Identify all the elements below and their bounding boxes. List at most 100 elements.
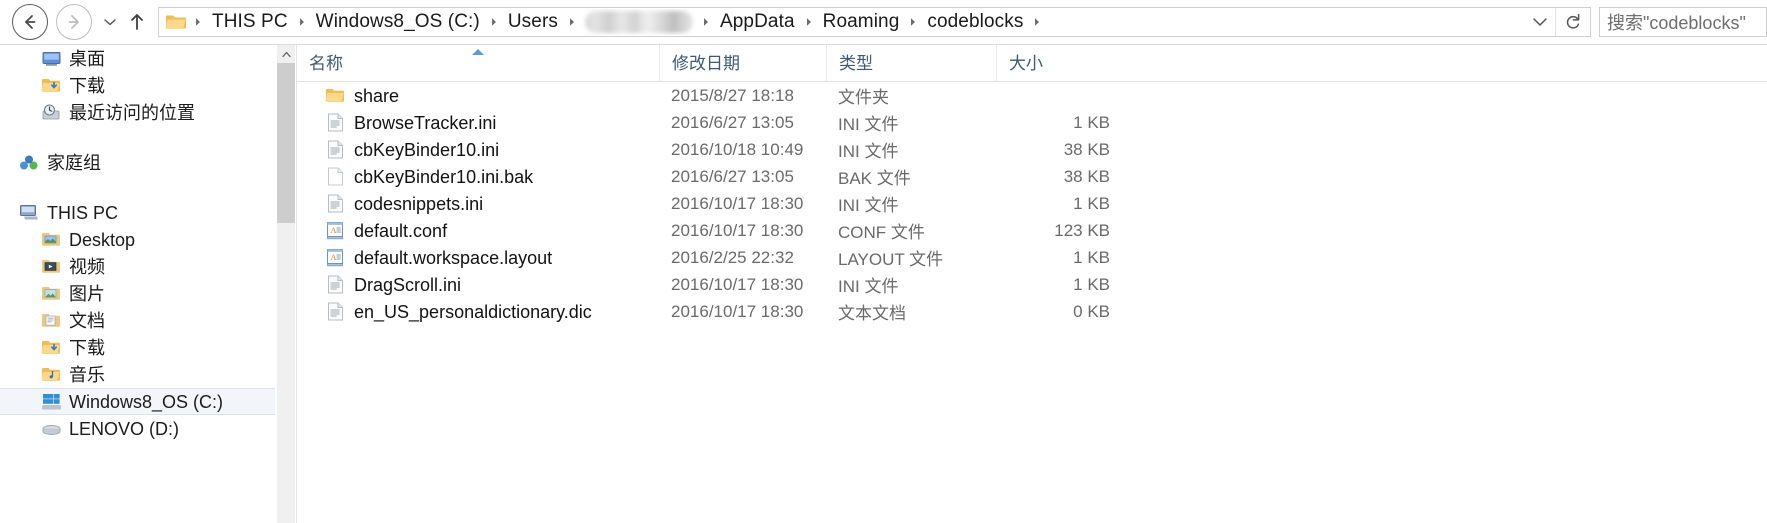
sidebar-item-windows8-os-c[interactable]: Windows8_OS (C:) — [0, 388, 275, 415]
chevron-right-icon — [806, 18, 811, 26]
file-date: 2016/10/18 10:49 — [671, 139, 804, 159]
sidebar-item-music[interactable]: 音乐 — [0, 361, 275, 388]
file-name-cell[interactable]: A default.conf — [297, 221, 659, 241]
forward-button[interactable] — [56, 4, 92, 40]
breadcrumb-separator[interactable] — [293, 17, 311, 27]
up-one-level-button[interactable] — [124, 4, 150, 40]
file-name: default.workspace.layout — [354, 247, 553, 268]
file-date: 2016/6/27 13:05 — [671, 112, 794, 132]
file-type: 文本文档 — [838, 304, 906, 323]
search-input[interactable]: 搜索"codeblocks" — [1600, 9, 1746, 35]
sidebar-item-lenovo-d[interactable]: LENOVO (D:) — [0, 415, 275, 442]
sidebar-item-this-pc[interactable]: THIS PC — [0, 199, 275, 226]
sidebar-item-downloads[interactable]: 下载 — [0, 72, 275, 99]
breadcrumb-separator[interactable] — [563, 17, 581, 27]
back-button[interactable] — [12, 4, 48, 40]
chevron-right-icon — [196, 18, 200, 26]
table-row[interactable]: en_US_personaldictionary.dic 2016/10/17 … — [297, 298, 1767, 325]
search-box[interactable]: 搜索"codeblocks" — [1599, 7, 1767, 37]
column-header-size[interactable]: 大小 — [996, 45, 1122, 81]
file-size: 0 KB — [1073, 301, 1110, 321]
navigation-pane: 桌面 下载 最近访问的位置 家庭组 THIS PC Desktop 视频 图片 … — [0, 45, 275, 523]
file-name-cell[interactable]: share — [297, 86, 659, 106]
breadcrumb-separator[interactable] — [697, 17, 715, 27]
chevron-right-icon — [299, 18, 304, 26]
table-row[interactable]: codesnippets.ini 2016/10/17 18:30 INI 文件… — [297, 190, 1767, 217]
sidebar-item-desktop-folder[interactable]: Desktop — [0, 226, 275, 253]
text-file-icon — [325, 302, 345, 322]
sidebar-item-documents[interactable]: 文档 — [0, 307, 275, 334]
file-name-cell[interactable]: DragScroll.ini — [297, 275, 659, 295]
refresh-icon — [1566, 13, 1580, 29]
file-size: 1 KB — [1073, 112, 1110, 132]
file-name: cbKeyBinder10.ini.bak — [354, 166, 534, 187]
file-name-cell[interactable]: en_US_personaldictionary.dic — [297, 302, 659, 322]
column-header-name[interactable]: 名称 — [297, 45, 659, 81]
sidebar-item-label: 下载 — [69, 75, 105, 96]
breadcrumb-item-roaming[interactable]: Roaming — [818, 9, 905, 35]
file-name-cell[interactable]: cbKeyBinder10.ini.bak — [297, 167, 659, 187]
file-name: default.conf — [354, 220, 448, 241]
breadcrumb-item-this-pc[interactable]: THIS PC — [207, 9, 293, 35]
file-type: CONF 文件 — [838, 223, 925, 242]
breadcrumb-item-codeblocks[interactable]: codeblocks — [922, 9, 1028, 35]
file-type: INI 文件 — [838, 196, 899, 215]
videos-folder-icon — [40, 257, 62, 277]
sidebar-item-homegroup[interactable]: 家庭组 — [0, 149, 275, 176]
file-size: 38 KB — [1063, 139, 1110, 159]
address-history-dropdown[interactable] — [1525, 8, 1555, 36]
pictures-folder-icon — [40, 284, 62, 304]
file-date: 2016/10/17 18:30 — [671, 301, 804, 321]
file-size: 1 KB — [1073, 247, 1110, 267]
breadcrumb-separator[interactable] — [800, 17, 818, 27]
file-name-cell[interactable]: BrowseTracker.ini — [297, 113, 659, 133]
sidebar-item-videos[interactable]: 视频 — [0, 253, 275, 280]
scrollbar-thumb[interactable] — [277, 63, 295, 223]
breadcrumb-separator[interactable] — [904, 17, 922, 27]
table-row[interactable]: cbKeyBinder10.ini 2016/10/18 10:49 INI 文… — [297, 136, 1767, 163]
table-row[interactable]: A default.conf 2016/10/17 18:30 CONF 文件 … — [297, 217, 1767, 244]
svg-text:A: A — [330, 225, 337, 235]
forward-arrow-icon — [68, 15, 79, 29]
address-bar[interactable]: THIS PC Windows8_OS (C:) Users AppData R… — [158, 7, 1591, 37]
table-row[interactable]: A default.workspace.layout 2016/2/25 22:… — [297, 244, 1767, 271]
back-arrow-icon — [25, 15, 36, 29]
file-name-cell[interactable]: cbKeyBinder10.ini — [297, 140, 659, 160]
breadcrumb-separator[interactable] — [189, 17, 207, 27]
breadcrumb-separator[interactable] — [485, 17, 503, 27]
recent-locations-button[interactable] — [100, 4, 120, 40]
folder-icon — [325, 86, 345, 106]
sidebar-item-desktop[interactable]: 桌面 — [0, 45, 275, 72]
sidebar-item-label: THIS PC — [47, 202, 119, 223]
scroll-up-button[interactable] — [277, 45, 295, 63]
table-row[interactable]: cbKeyBinder10.ini.bak 2016/6/27 13:05 BA… — [297, 163, 1767, 190]
breadcrumb-item-username-redacted[interactable] — [584, 11, 693, 33]
table-row[interactable]: DragScroll.ini 2016/10/17 18:30 INI 文件 1… — [297, 271, 1767, 298]
file-name-cell[interactable]: A default.workspace.layout — [297, 248, 659, 268]
chevron-right-icon — [1035, 18, 1040, 26]
table-row[interactable]: share 2015/8/27 18:18 文件夹 — [297, 82, 1767, 109]
chevron-down-icon — [104, 19, 116, 26]
sidebar-item-recent-places[interactable]: 最近访问的位置 — [0, 99, 275, 126]
column-header-label: 大小 — [1009, 54, 1043, 73]
table-row[interactable]: BrowseTracker.ini 2016/6/27 13:05 INI 文件… — [297, 109, 1767, 136]
file-size: 1 KB — [1073, 193, 1110, 213]
breadcrumb-separator[interactable] — [1028, 17, 1046, 27]
breadcrumb-item-appdata[interactable]: AppData — [715, 9, 800, 35]
file-type: BAK 文件 — [838, 169, 911, 188]
column-header-date-modified[interactable]: 修改日期 — [659, 45, 826, 81]
sidebar-item-label: 家庭组 — [47, 152, 101, 173]
file-name: en_US_personaldictionary.dic — [354, 301, 592, 322]
navigation-pane-scrollbar[interactable] — [277, 45, 295, 523]
sidebar-item-downloads-pc[interactable]: 下载 — [0, 334, 275, 361]
sidebar-item-pictures[interactable]: 图片 — [0, 280, 275, 307]
refresh-button[interactable] — [1555, 8, 1590, 36]
breadcrumb-item-windows8-os[interactable]: Windows8_OS (C:) — [311, 9, 485, 35]
sidebar-item-label: 文档 — [69, 310, 105, 331]
file-name-cell[interactable]: codesnippets.ini — [297, 194, 659, 214]
file-type: INI 文件 — [838, 115, 899, 134]
column-header-type[interactable]: 类型 — [826, 45, 996, 81]
sidebar-item-label: 桌面 — [69, 48, 105, 69]
breadcrumb-item-users[interactable]: Users — [503, 9, 563, 35]
windows-drive-icon — [40, 392, 62, 412]
